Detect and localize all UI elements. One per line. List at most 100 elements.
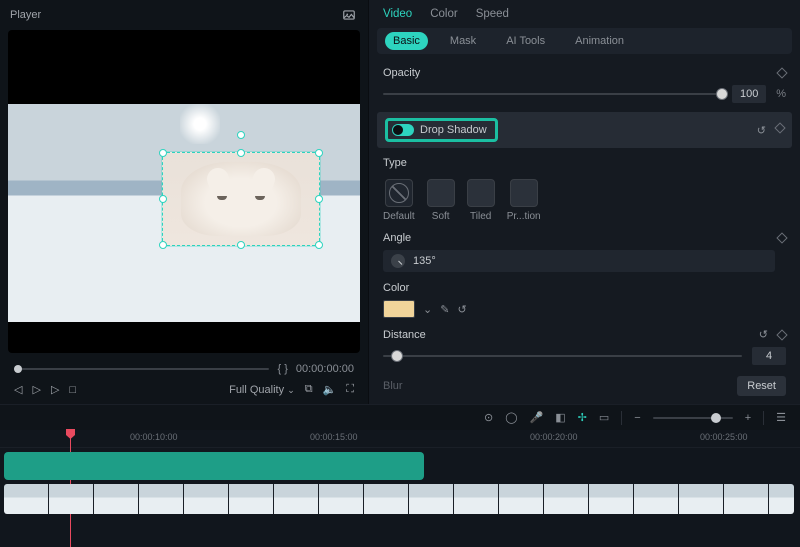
type-default[interactable]: Default — [383, 179, 415, 222]
timeline-clip-main[interactable] — [4, 484, 794, 514]
drop-shadow-header: Drop Shadow ↺ — [377, 112, 792, 148]
timeline-clip-overlay[interactable] — [4, 452, 424, 480]
tab-video[interactable]: Video — [383, 8, 412, 20]
zoom-slider[interactable] — [653, 417, 733, 419]
resize-handle-bm[interactable] — [237, 241, 245, 249]
ruler-tick: 00:00:20:00 — [530, 432, 578, 442]
mute-button[interactable]: 🔈 — [323, 383, 337, 396]
angle-section: Angle 135° — [369, 227, 800, 277]
sub-tabs: Basic Mask AI Tools Animation — [377, 28, 792, 54]
resize-handle-tm[interactable] — [237, 149, 245, 157]
color-reset-icon[interactable]: ↺ — [457, 303, 466, 316]
tl-marker-icon[interactable]: ◧ — [555, 411, 565, 424]
timeline-toolbar: ⊙ ◯ 🎤 ◧ ✢ ▭ − + ☰ — [0, 404, 800, 430]
tab-color[interactable]: Color — [430, 8, 457, 20]
main-tabs: Video Color Speed — [369, 4, 800, 24]
opacity-slider-thumb[interactable] — [716, 88, 728, 100]
clip-cat-image — [181, 162, 301, 236]
blur-label: Blur — [369, 370, 800, 402]
stop-button[interactable]: □ — [69, 384, 76, 396]
subtab-animation[interactable]: Animation — [567, 32, 632, 50]
resize-handle-tl[interactable] — [159, 149, 167, 157]
distance-reset-icon[interactable]: ↺ — [759, 328, 768, 341]
snapshot-button[interactable] — [340, 6, 358, 24]
drop-shadow-toggle[interactable] — [392, 124, 414, 136]
distance-label: Distance — [383, 329, 426, 341]
color-section: Color ⌄ ✎ ↺ — [369, 277, 800, 323]
color-swatch[interactable] — [383, 300, 415, 318]
timeline[interactable]: 00:00:10:00 00:00:15:00 00:00:20:00 00:0… — [0, 430, 800, 547]
zoom-out-button[interactable]: − — [634, 412, 640, 424]
color-label: Color — [383, 282, 409, 294]
distance-keyframe-icon[interactable] — [776, 329, 787, 340]
type-soft[interactable]: Soft — [427, 179, 455, 222]
drop-shadow-reset-icon[interactable]: ↺ — [757, 124, 766, 137]
tl-list-icon[interactable]: ☰ — [776, 411, 786, 424]
tl-link-icon[interactable]: ✢ — [578, 411, 587, 424]
eyedropper-icon[interactable]: ✎ — [440, 303, 449, 316]
distance-slider[interactable] — [383, 355, 742, 357]
angle-value: 135° — [413, 255, 436, 267]
properties-panel: Video Color Speed Basic Mask AI Tools An… — [368, 0, 800, 404]
angle-input[interactable]: 135° — [383, 250, 775, 272]
resize-handle-ml[interactable] — [159, 195, 167, 203]
chevron-down-icon: ⌄ — [287, 385, 295, 395]
zoom-in-button[interactable]: + — [745, 412, 751, 424]
distance-value[interactable]: 4 — [752, 347, 786, 365]
tl-mic-icon[interactable]: 🎤 — [530, 411, 544, 424]
opacity-value[interactable]: 100 — [732, 85, 766, 103]
drop-shadow-label: Drop Shadow — [420, 124, 487, 136]
preview-sun — [180, 104, 220, 144]
opacity-unit: % — [776, 88, 786, 100]
drop-shadow-callout: Drop Shadow — [385, 118, 498, 142]
resize-handle-bl[interactable] — [159, 241, 167, 249]
keyframe-icon[interactable] — [776, 67, 787, 78]
fullscreen-button[interactable]: ⛶ — [346, 383, 354, 396]
quality-select[interactable]: Full Quality ⌄ — [229, 384, 295, 396]
type-label: Type — [383, 157, 407, 169]
zoom-thumb[interactable] — [711, 413, 721, 423]
resize-handle-mr[interactable] — [315, 195, 323, 203]
opacity-section: Opacity 100 % — [369, 62, 800, 108]
ruler-tick: 00:00:25:00 — [700, 432, 748, 442]
opacity-label: Opacity — [383, 67, 420, 79]
ruler-tick: 00:00:15:00 — [310, 432, 358, 442]
player-panel: Player — [0, 0, 368, 404]
angle-dial-icon[interactable] — [391, 254, 405, 268]
opacity-slider[interactable] — [383, 93, 722, 95]
player-scrubber[interactable] — [14, 368, 269, 370]
type-tiled[interactable]: Tiled — [467, 179, 495, 222]
subtab-mask[interactable]: Mask — [442, 32, 484, 50]
tab-speed[interactable]: Speed — [476, 8, 509, 20]
player-title: Player — [10, 9, 41, 21]
selected-clip-frame[interactable] — [162, 152, 320, 246]
resize-handle-br[interactable] — [315, 241, 323, 249]
color-chevron-icon[interactable]: ⌄ — [423, 303, 432, 316]
image-icon — [342, 8, 356, 22]
clip-thumbnail — [4, 484, 48, 514]
resize-handle-tr[interactable] — [315, 149, 323, 157]
angle-keyframe-icon[interactable] — [776, 232, 787, 243]
scrubber-playhead[interactable] — [14, 365, 22, 373]
subtab-ai-tools[interactable]: AI Tools — [498, 32, 553, 50]
timeline-ruler[interactable]: 00:00:10:00 00:00:15:00 00:00:20:00 00:0… — [0, 430, 800, 448]
tl-snap-icon[interactable]: ▭ — [599, 411, 609, 424]
ruler-tick: 00:00:10:00 — [130, 432, 178, 442]
marker-braces: { } — [277, 363, 287, 375]
tl-shield-icon[interactable]: ◯ — [505, 411, 517, 424]
play-button[interactable]: ▷ — [32, 383, 40, 396]
preview-viewport[interactable] — [8, 30, 360, 353]
subtab-basic[interactable]: Basic — [385, 32, 428, 50]
drop-shadow-keyframe-icon[interactable] — [774, 122, 785, 133]
next-frame-button[interactable]: ▷ — [51, 383, 59, 396]
angle-label: Angle — [383, 232, 411, 244]
distance-section: Distance ↺ 4 — [369, 323, 800, 370]
player-timecode: 00:00:00:00 — [296, 363, 354, 375]
distance-slider-thumb[interactable] — [391, 350, 403, 362]
rotate-handle[interactable] — [237, 131, 245, 139]
compare-button[interactable]: ⧉ — [305, 383, 313, 396]
tl-cut-icon[interactable]: ⊙ — [484, 411, 493, 424]
type-projection[interactable]: Pr...tion — [507, 179, 541, 222]
prev-frame-button[interactable]: ◁ — [14, 383, 22, 396]
reset-button[interactable]: Reset — [737, 376, 786, 396]
